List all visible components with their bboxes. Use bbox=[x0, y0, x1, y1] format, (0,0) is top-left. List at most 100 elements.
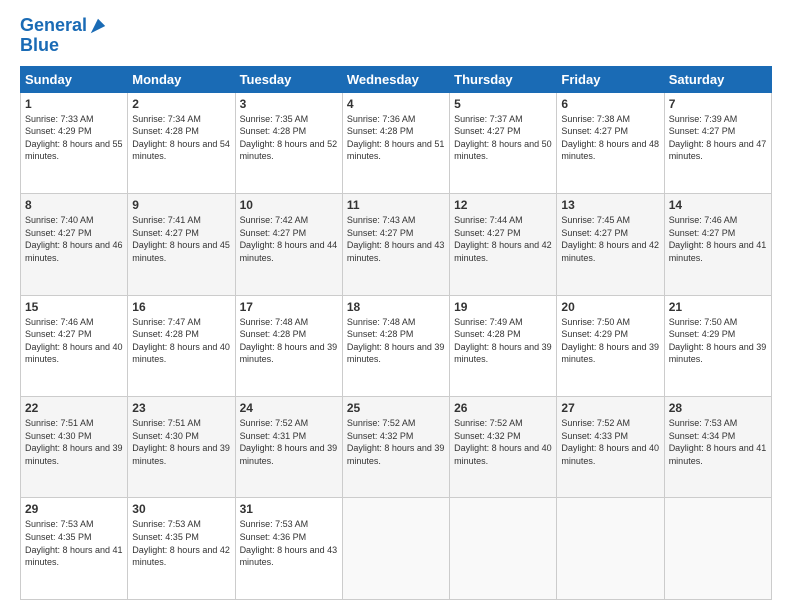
calendar-cell: 20 Sunrise: 7:50 AM Sunset: 4:29 PM Dayl… bbox=[557, 295, 664, 396]
day-number: 14 bbox=[669, 198, 767, 212]
cell-content: Sunrise: 7:35 AM Sunset: 4:28 PM Dayligh… bbox=[240, 113, 338, 163]
calendar-cell: 19 Sunrise: 7:49 AM Sunset: 4:28 PM Dayl… bbox=[450, 295, 557, 396]
day-number: 27 bbox=[561, 401, 659, 415]
cell-content: Sunrise: 7:38 AM Sunset: 4:27 PM Dayligh… bbox=[561, 113, 659, 163]
cell-content: Sunrise: 7:39 AM Sunset: 4:27 PM Dayligh… bbox=[669, 113, 767, 163]
day-number: 21 bbox=[669, 300, 767, 314]
cell-content: Sunrise: 7:36 AM Sunset: 4:28 PM Dayligh… bbox=[347, 113, 445, 163]
page: General Blue SundayMondayTuesdayWednesda… bbox=[0, 0, 792, 612]
cell-content: Sunrise: 7:48 AM Sunset: 4:28 PM Dayligh… bbox=[347, 316, 445, 366]
calendar-cell: 7 Sunrise: 7:39 AM Sunset: 4:27 PM Dayli… bbox=[664, 92, 771, 193]
calendar-cell: 13 Sunrise: 7:45 AM Sunset: 4:27 PM Dayl… bbox=[557, 194, 664, 295]
calendar-cell: 6 Sunrise: 7:38 AM Sunset: 4:27 PM Dayli… bbox=[557, 92, 664, 193]
calendar-cell: 14 Sunrise: 7:46 AM Sunset: 4:27 PM Dayl… bbox=[664, 194, 771, 295]
cell-content: Sunrise: 7:47 AM Sunset: 4:28 PM Dayligh… bbox=[132, 316, 230, 366]
calendar-cell: 2 Sunrise: 7:34 AM Sunset: 4:28 PM Dayli… bbox=[128, 92, 235, 193]
calendar-cell: 31 Sunrise: 7:53 AM Sunset: 4:36 PM Dayl… bbox=[235, 498, 342, 600]
calendar-cell: 26 Sunrise: 7:52 AM Sunset: 4:32 PM Dayl… bbox=[450, 397, 557, 498]
day-number: 20 bbox=[561, 300, 659, 314]
calendar-cell: 4 Sunrise: 7:36 AM Sunset: 4:28 PM Dayli… bbox=[342, 92, 449, 193]
calendar-cell: 9 Sunrise: 7:41 AM Sunset: 4:27 PM Dayli… bbox=[128, 194, 235, 295]
day-number: 11 bbox=[347, 198, 445, 212]
calendar-week-row: 1 Sunrise: 7:33 AM Sunset: 4:29 PM Dayli… bbox=[21, 92, 772, 193]
calendar-cell: 16 Sunrise: 7:47 AM Sunset: 4:28 PM Dayl… bbox=[128, 295, 235, 396]
day-number: 5 bbox=[454, 97, 552, 111]
calendar-week-row: 22 Sunrise: 7:51 AM Sunset: 4:30 PM Dayl… bbox=[21, 397, 772, 498]
logo-text: General bbox=[20, 16, 87, 36]
calendar-cell bbox=[664, 498, 771, 600]
calendar-cell: 29 Sunrise: 7:53 AM Sunset: 4:35 PM Dayl… bbox=[21, 498, 128, 600]
calendar-cell bbox=[450, 498, 557, 600]
calendar-cell: 22 Sunrise: 7:51 AM Sunset: 4:30 PM Dayl… bbox=[21, 397, 128, 498]
day-number: 25 bbox=[347, 401, 445, 415]
cell-content: Sunrise: 7:49 AM Sunset: 4:28 PM Dayligh… bbox=[454, 316, 552, 366]
calendar-week-row: 8 Sunrise: 7:40 AM Sunset: 4:27 PM Dayli… bbox=[21, 194, 772, 295]
cell-content: Sunrise: 7:53 AM Sunset: 4:36 PM Dayligh… bbox=[240, 518, 338, 568]
calendar-cell: 23 Sunrise: 7:51 AM Sunset: 4:30 PM Dayl… bbox=[128, 397, 235, 498]
day-number: 22 bbox=[25, 401, 123, 415]
calendar-cell: 3 Sunrise: 7:35 AM Sunset: 4:28 PM Dayli… bbox=[235, 92, 342, 193]
calendar-cell: 5 Sunrise: 7:37 AM Sunset: 4:27 PM Dayli… bbox=[450, 92, 557, 193]
calendar-cell: 21 Sunrise: 7:50 AM Sunset: 4:29 PM Dayl… bbox=[664, 295, 771, 396]
cell-content: Sunrise: 7:40 AM Sunset: 4:27 PM Dayligh… bbox=[25, 214, 123, 264]
cell-content: Sunrise: 7:46 AM Sunset: 4:27 PM Dayligh… bbox=[669, 214, 767, 264]
day-number: 17 bbox=[240, 300, 338, 314]
calendar-cell: 27 Sunrise: 7:52 AM Sunset: 4:33 PM Dayl… bbox=[557, 397, 664, 498]
calendar-cell: 30 Sunrise: 7:53 AM Sunset: 4:35 PM Dayl… bbox=[128, 498, 235, 600]
weekday-header-tuesday: Tuesday bbox=[235, 66, 342, 92]
cell-content: Sunrise: 7:52 AM Sunset: 4:32 PM Dayligh… bbox=[347, 417, 445, 467]
calendar-cell: 8 Sunrise: 7:40 AM Sunset: 4:27 PM Dayli… bbox=[21, 194, 128, 295]
day-number: 16 bbox=[132, 300, 230, 314]
day-number: 3 bbox=[240, 97, 338, 111]
day-number: 18 bbox=[347, 300, 445, 314]
calendar-cell: 24 Sunrise: 7:52 AM Sunset: 4:31 PM Dayl… bbox=[235, 397, 342, 498]
cell-content: Sunrise: 7:52 AM Sunset: 4:31 PM Dayligh… bbox=[240, 417, 338, 467]
day-number: 23 bbox=[132, 401, 230, 415]
cell-content: Sunrise: 7:51 AM Sunset: 4:30 PM Dayligh… bbox=[25, 417, 123, 467]
calendar-week-row: 15 Sunrise: 7:46 AM Sunset: 4:27 PM Dayl… bbox=[21, 295, 772, 396]
weekday-header-saturday: Saturday bbox=[664, 66, 771, 92]
weekday-header-friday: Friday bbox=[557, 66, 664, 92]
day-number: 26 bbox=[454, 401, 552, 415]
calendar-cell: 1 Sunrise: 7:33 AM Sunset: 4:29 PM Dayli… bbox=[21, 92, 128, 193]
calendar-cell: 18 Sunrise: 7:48 AM Sunset: 4:28 PM Dayl… bbox=[342, 295, 449, 396]
calendar-cell: 11 Sunrise: 7:43 AM Sunset: 4:27 PM Dayl… bbox=[342, 194, 449, 295]
calendar-table: SundayMondayTuesdayWednesdayThursdayFrid… bbox=[20, 66, 772, 600]
day-number: 31 bbox=[240, 502, 338, 516]
calendar-cell: 17 Sunrise: 7:48 AM Sunset: 4:28 PM Dayl… bbox=[235, 295, 342, 396]
weekday-header-monday: Monday bbox=[128, 66, 235, 92]
day-number: 10 bbox=[240, 198, 338, 212]
day-number: 28 bbox=[669, 401, 767, 415]
day-number: 24 bbox=[240, 401, 338, 415]
cell-content: Sunrise: 7:53 AM Sunset: 4:35 PM Dayligh… bbox=[132, 518, 230, 568]
calendar-cell: 28 Sunrise: 7:53 AM Sunset: 4:34 PM Dayl… bbox=[664, 397, 771, 498]
day-number: 7 bbox=[669, 97, 767, 111]
header: General Blue bbox=[20, 16, 772, 56]
calendar-cell bbox=[342, 498, 449, 600]
calendar-cell bbox=[557, 498, 664, 600]
day-number: 1 bbox=[25, 97, 123, 111]
cell-content: Sunrise: 7:52 AM Sunset: 4:33 PM Dayligh… bbox=[561, 417, 659, 467]
weekday-header-thursday: Thursday bbox=[450, 66, 557, 92]
logo-icon bbox=[89, 17, 107, 35]
logo: General Blue bbox=[20, 16, 107, 56]
day-number: 2 bbox=[132, 97, 230, 111]
day-number: 6 bbox=[561, 97, 659, 111]
cell-content: Sunrise: 7:50 AM Sunset: 4:29 PM Dayligh… bbox=[561, 316, 659, 366]
day-number: 29 bbox=[25, 502, 123, 516]
cell-content: Sunrise: 7:37 AM Sunset: 4:27 PM Dayligh… bbox=[454, 113, 552, 163]
day-number: 9 bbox=[132, 198, 230, 212]
cell-content: Sunrise: 7:33 AM Sunset: 4:29 PM Dayligh… bbox=[25, 113, 123, 163]
weekday-header-sunday: Sunday bbox=[21, 66, 128, 92]
cell-content: Sunrise: 7:51 AM Sunset: 4:30 PM Dayligh… bbox=[132, 417, 230, 467]
calendar-cell: 10 Sunrise: 7:42 AM Sunset: 4:27 PM Dayl… bbox=[235, 194, 342, 295]
cell-content: Sunrise: 7:53 AM Sunset: 4:35 PM Dayligh… bbox=[25, 518, 123, 568]
day-number: 30 bbox=[132, 502, 230, 516]
cell-content: Sunrise: 7:52 AM Sunset: 4:32 PM Dayligh… bbox=[454, 417, 552, 467]
weekday-header-wednesday: Wednesday bbox=[342, 66, 449, 92]
cell-content: Sunrise: 7:45 AM Sunset: 4:27 PM Dayligh… bbox=[561, 214, 659, 264]
cell-content: Sunrise: 7:43 AM Sunset: 4:27 PM Dayligh… bbox=[347, 214, 445, 264]
day-number: 15 bbox=[25, 300, 123, 314]
logo-text-blue: Blue bbox=[20, 36, 107, 56]
cell-content: Sunrise: 7:42 AM Sunset: 4:27 PM Dayligh… bbox=[240, 214, 338, 264]
